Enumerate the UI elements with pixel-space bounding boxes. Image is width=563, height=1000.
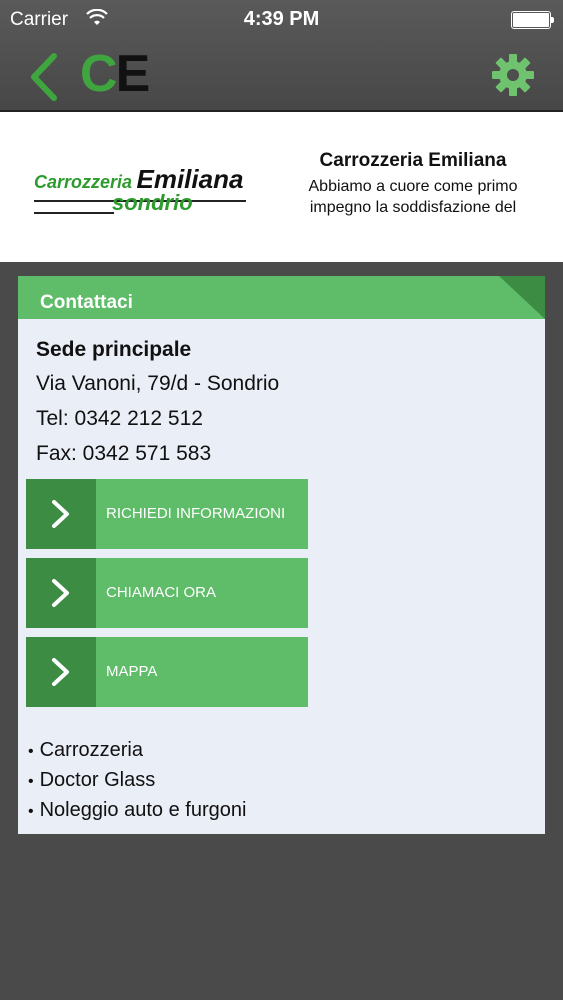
fax-text: Fax: 0342 571 583: [36, 442, 212, 465]
contact-card: Contattaci Sede principale Via Vanoni, 7…: [18, 276, 545, 834]
list-item: • Doctor Glass: [28, 769, 156, 791]
clock: 4:39 PM: [243, 8, 320, 30]
battery-icon: [511, 11, 554, 29]
list-item: • Carrozzeria: [28, 739, 143, 761]
back-button[interactable]: [24, 52, 64, 102]
map-label: MAPPA: [106, 663, 158, 680]
address-text: Via Vanoni, 79/d - Sondrio: [36, 372, 280, 395]
chevron-right-icon: [52, 579, 69, 607]
brand-description: Abbiamo a cuore come primo impegno la so…: [308, 178, 518, 216]
services-list: • Carrozzeria • Doctor Glass • Noleggio aut…: [28, 736, 246, 826]
back-chevron-icon: [31, 53, 57, 101]
top-bar: Carrier 4:39 PM CE: [0, 0, 563, 110]
brand-info: Carrozzeria Emiliana Abbiamo a cuore com…: [278, 150, 548, 218]
call-now-label: CHIAMACI ORA: [106, 584, 217, 601]
chevron-right-icon: [52, 500, 69, 528]
status-bar: Carrier 4:39 PM: [0, 0, 563, 40]
card-header-label: Contattaci: [40, 292, 133, 313]
header-banner: Carrozzeria Emiliana sondrio Carrozzeria…: [0, 110, 563, 262]
office-heading: Sede principale: [36, 338, 192, 361]
brand-logo: Carrozzeria Emiliana sondrio: [34, 164, 246, 222]
brand-title: Carrozzeria Emiliana: [319, 150, 507, 171]
list-item: • Noleggio auto e furgoni: [28, 799, 247, 821]
chevron-right-icon: [52, 658, 69, 686]
request-info-button[interactable]: RICHIEDI INFORMAZIONI: [26, 479, 308, 549]
app-logo: CE: [80, 45, 150, 103]
phone-text: Tel: 0342 212 512: [36, 407, 203, 430]
request-info-label: RICHIEDI INFORMAZIONI: [106, 505, 286, 522]
card-header: Contattaci: [18, 276, 545, 319]
map-button[interactable]: MAPPA: [26, 637, 308, 707]
call-now-button[interactable]: CHIAMACI ORA: [26, 558, 308, 628]
corner-decoration: [499, 276, 545, 319]
settings-button[interactable]: [490, 52, 536, 98]
gear-icon: [492, 54, 534, 96]
